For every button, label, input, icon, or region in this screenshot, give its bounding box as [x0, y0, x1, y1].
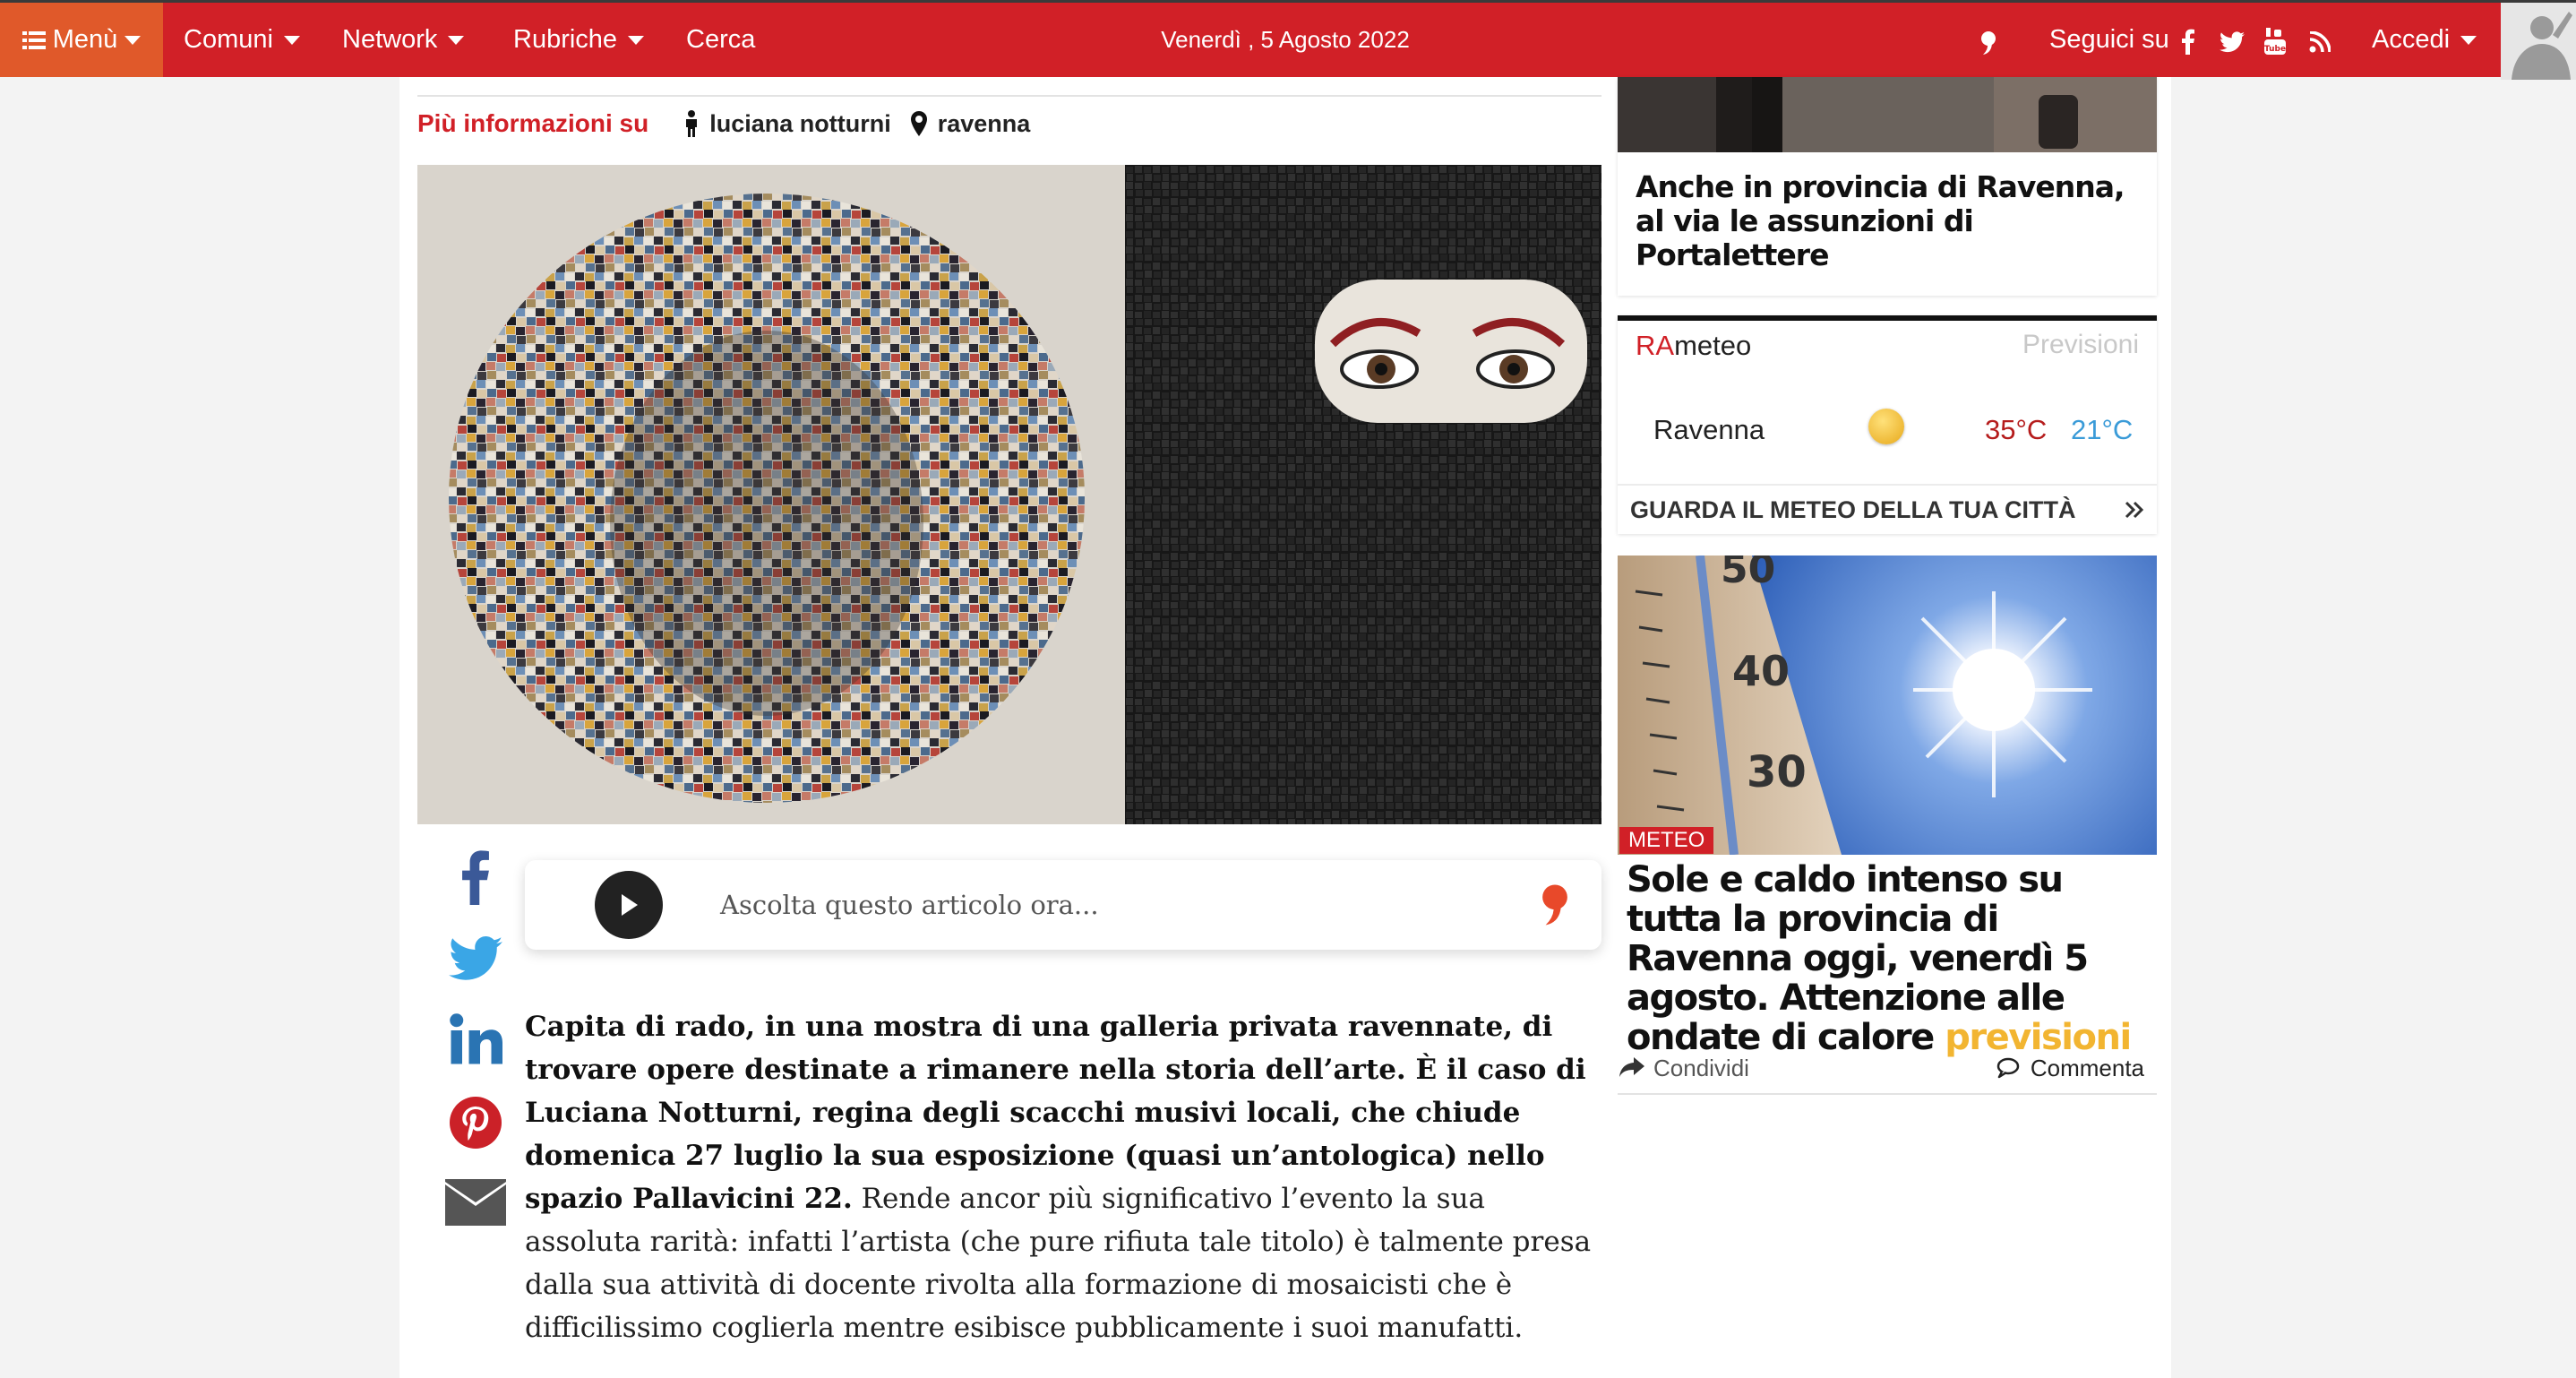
follow-label: Seguici su: [2049, 3, 2169, 77]
rss-icon[interactable]: [2309, 31, 2331, 53]
svg-text:30: 30: [1747, 747, 1807, 797]
nav-label: Network: [342, 25, 438, 54]
weather-title-suffix: meteo: [1674, 330, 1752, 361]
play-icon: [622, 894, 638, 916]
top-navigation-bar: Menù Comuni Network Rubriche Cerca Vener…: [0, 0, 2576, 80]
page-content: Più informazioni su luciana notturni rav…: [399, 77, 2171, 1378]
share-button[interactable]: Condividi: [1619, 1055, 1749, 1082]
news-card-title: Anche in provincia di Ravenna, al via le…: [1636, 169, 2125, 272]
svg-text:50: 50: [1721, 556, 1775, 592]
weather-widget-title: RAmeteo: [1636, 330, 1751, 362]
menu-button[interactable]: Menù: [0, 3, 163, 77]
facebook-icon[interactable]: [459, 848, 492, 905]
nav-comuni[interactable]: Comuni: [184, 3, 300, 77]
tag-ravenna[interactable]: ravenna: [910, 109, 1031, 138]
share-arrow-icon: [1619, 1057, 1644, 1077]
mosaic-artwork-image: [417, 165, 1601, 824]
avatar[interactable]: [2501, 3, 2576, 80]
nav-network[interactable]: Network: [342, 3, 465, 77]
weather-city: Ravenna: [1653, 414, 1765, 445]
person-icon: [686, 110, 698, 137]
city-weather-link[interactable]: GUARDA IL METEO DELLA TUA CITTÀ: [1618, 484, 2157, 534]
twitter-icon[interactable]: [449, 935, 502, 982]
article-body: Capita di rado, in una mostra di una gal…: [525, 1005, 1600, 1349]
temp-min: 21°C: [2071, 414, 2134, 445]
login-label: Accedi: [2372, 25, 2451, 54]
nav-cerca[interactable]: Cerca: [686, 3, 755, 77]
news-card-image: [1618, 77, 2157, 152]
weather-news-title[interactable]: Sole e caldo intenso su tutta la provinc…: [1627, 860, 2155, 1057]
follow-text: Seguici su: [2049, 25, 2169, 54]
double-chevron-right-icon: [2125, 501, 2144, 519]
category-badge[interactable]: METEO: [1619, 827, 1714, 854]
tag-label: luciana notturni: [709, 109, 891, 137]
facebook-icon[interactable]: [2181, 28, 2195, 55]
chevron-down-icon: [448, 35, 465, 45]
chevron-down-icon: [2460, 35, 2477, 45]
menu-label: Menù: [52, 25, 118, 54]
listen-prompt: Ascolta questo articolo ora...: [720, 890, 1099, 920]
email-icon[interactable]: [445, 1179, 506, 1226]
chevron-down-icon: [628, 35, 645, 45]
pinterest-icon[interactable]: [450, 1097, 502, 1149]
listen-article-player[interactable]: Ascolta questo articolo ora...: [525, 860, 1601, 950]
city-weather-label: GUARDA IL METEO DELLA TUA CITTÀ: [1630, 495, 2076, 523]
sidebar: Anche in provincia di Ravenna, al via le…: [1618, 77, 2157, 1378]
temp-max: 35°C: [1985, 414, 2048, 445]
list-icon: [21, 30, 46, 49]
nav-label: Rubriche: [513, 25, 618, 54]
weather-widget: RAmeteo Previsioni Ravenna 35°C 21°C GUA…: [1618, 315, 2157, 534]
weather-title-prefix: RA: [1636, 330, 1675, 361]
play-button[interactable]: [595, 871, 663, 939]
linkedin-icon[interactable]: [449, 1012, 502, 1066]
voice-comma-icon[interactable]: [1979, 30, 1997, 56]
comment-icon: [1996, 1057, 2020, 1079]
news-card-portalettere[interactable]: Anche in provincia di Ravenna, al via le…: [1618, 77, 2157, 296]
chevron-down-icon: [125, 35, 142, 45]
current-date: Venerdì , 5 Agosto 2022: [1161, 26, 1410, 53]
nav-rubriche[interactable]: Rubriche: [513, 3, 645, 77]
sun-icon: [1868, 409, 1904, 444]
chevron-down-icon: [283, 35, 300, 45]
twitter-icon[interactable]: [2220, 31, 2245, 53]
more-info-label: Più informazioni su: [417, 109, 649, 137]
user-silhouette-icon: [2501, 3, 2576, 80]
svg-text:40: 40: [1732, 647, 1790, 695]
comment-button[interactable]: Commenta: [1996, 1055, 2144, 1082]
voice-comma-icon: [1542, 884, 1567, 926]
share-column: [426, 848, 525, 1256]
svg-text:Tube: Tube: [2264, 45, 2286, 54]
article-hero-image: [417, 165, 1601, 824]
tag-label: ravenna: [937, 109, 1031, 137]
forecast-link[interactable]: Previsioni: [2022, 330, 2139, 360]
nav-label: Cerca: [686, 25, 756, 54]
weather-news-image[interactable]: 50 40 30: [1618, 556, 2157, 855]
more-info-bar: Più informazioni su luciana notturni rav…: [417, 95, 1601, 151]
youtube-icon[interactable]: Tube: [2264, 28, 2286, 55]
login-button[interactable]: Accedi: [2372, 3, 2477, 77]
article: Più informazioni su luciana notturni rav…: [417, 77, 1601, 1378]
nav-label: Comuni: [184, 25, 273, 54]
comment-label: Commenta: [2030, 1054, 2144, 1081]
share-label: Condividi: [1653, 1054, 1749, 1081]
map-pin-icon: [910, 111, 927, 136]
thermometer-sun-image: 50 40 30: [1618, 556, 2157, 855]
card-actions: Condividi Commenta: [1618, 1043, 2157, 1095]
tag-luciana-notturni[interactable]: luciana notturni: [684, 110, 891, 138]
